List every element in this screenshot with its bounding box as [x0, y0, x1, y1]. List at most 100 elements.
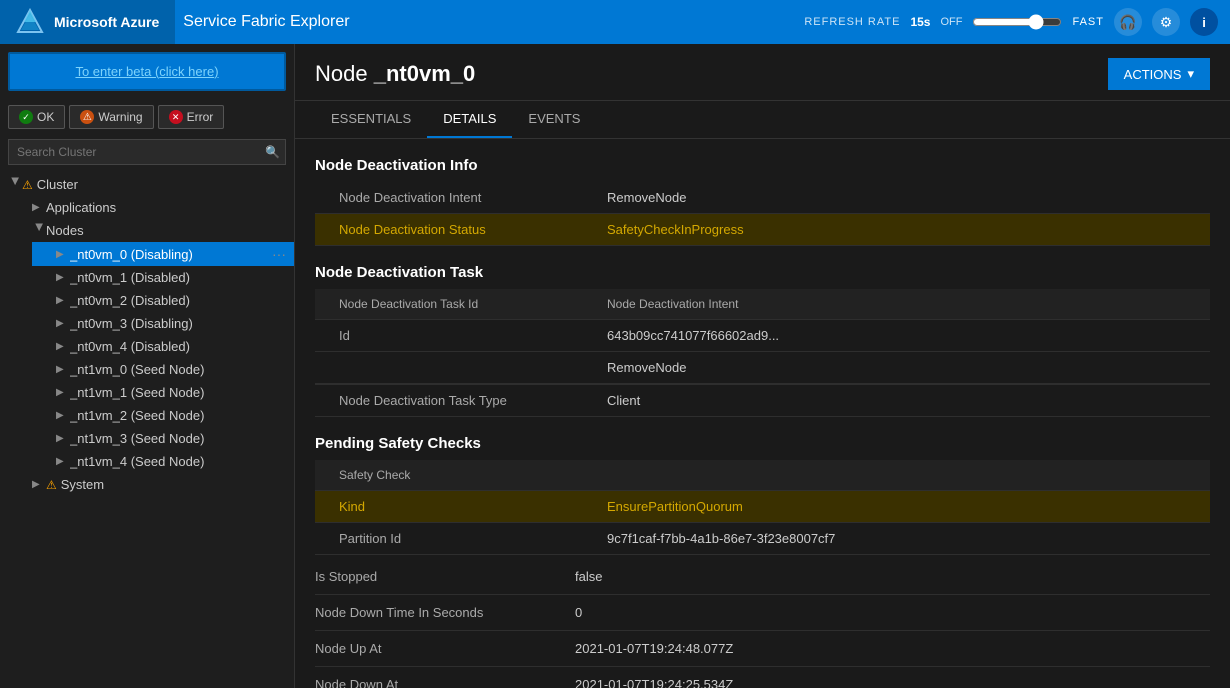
sidebar-tree: ▶ ⚠ Cluster ▶ Applications ▶ Nodes ▶ [0, 169, 294, 688]
tab-details-label: DETAILS [443, 111, 496, 126]
details-scroll[interactable]: Node Deactivation Info Node Deactivation… [295, 139, 1230, 688]
nt0vm3-arrow: ▶ [56, 318, 70, 329]
brand-label: Microsoft Azure [54, 14, 159, 30]
content-header: Node _nt0vm_0 ACTIONS ▾ [295, 44, 1230, 101]
nt1vm3-arrow: ▶ [56, 433, 70, 444]
ok-button[interactable]: ✓ OK [8, 105, 65, 129]
deactivation-task-table: Node Deactivation Task Id Node Deactivat… [315, 289, 1210, 417]
refresh-slider[interactable] [972, 14, 1062, 30]
refresh-label: REFRESH RATE [804, 16, 900, 28]
refresh-fast-label: FAST [1072, 16, 1104, 28]
sidebar-item-nt1vm1[interactable]: ▶ _nt1vm_1 (Seed Node) [32, 381, 294, 404]
flat-row-is-stopped: Is Stopped false [315, 559, 1210, 595]
nt1vm4-arrow: ▶ [56, 456, 70, 467]
headset-icon[interactable]: 🎧 [1114, 8, 1142, 36]
table-row: RemoveNode [315, 352, 1210, 384]
actions-chevron-icon: ▾ [1187, 66, 1194, 82]
section-title-deactivation-task: Node Deactivation Task [315, 264, 1210, 281]
search-input[interactable] [8, 139, 286, 165]
section-title-safety-checks: Pending Safety Checks [315, 435, 1210, 452]
task-type-value: Client [595, 385, 1210, 417]
nt1vm0-arrow: ▶ [56, 364, 70, 375]
topnav: Microsoft Azure Service Fabric Explorer … [0, 0, 1230, 44]
sidebar-item-nt1vm0[interactable]: ▶ _nt1vm_0 (Seed Node) [32, 358, 294, 381]
sidebar-item-nt0vm2[interactable]: ▶ _nt0vm_2 (Disabled) [32, 289, 294, 312]
err-dot: ✕ [169, 110, 183, 124]
nt0vm2-arrow: ▶ [56, 295, 70, 306]
table-row: Node Deactivation Status SafetyCheckInPr… [315, 214, 1210, 246]
tabs-bar: ESSENTIALS DETAILS EVENTS [295, 101, 1230, 139]
safety-check-header2 [595, 460, 1210, 491]
cluster-arrow: ▶ [10, 178, 21, 192]
warning-button[interactable]: ⚠ Warning [69, 105, 153, 129]
beta-link[interactable]: click here [159, 64, 214, 79]
node-prefix: Node [315, 61, 368, 86]
task-type-key2: Node Deactivation Task Type [315, 385, 595, 417]
task-intent-value: RemoveNode [595, 352, 1210, 384]
refresh-off-label: OFF [940, 16, 962, 28]
nt0vm4-label: _nt0vm_4 (Disabled) [70, 339, 286, 354]
safety-checks-table: Safety Check Kind EnsurePartitionQuorum … [315, 460, 1210, 555]
sidebar-item-nt0vm0[interactable]: ▶ _nt0vm_0 (Disabling) ··· [32, 242, 294, 266]
sidebar-item-nt1vm4[interactable]: ▶ _nt1vm_4 (Seed Node) [32, 450, 294, 473]
sidebar-item-applications[interactable]: ▶ Applications [16, 196, 294, 219]
partition-key: Partition Id [315, 523, 595, 555]
nt1vm2-label: _nt1vm_2 (Seed Node) [70, 408, 286, 423]
beta-text: To enter beta ( [75, 64, 159, 79]
task-header-intent: Node Deactivation Intent [595, 289, 1210, 320]
sidebar-item-system[interactable]: ▶ ⚠ System [16, 473, 294, 496]
table-row: Partition Id 9c7f1caf-f7bb-4a1b-86e7-3f2… [315, 523, 1210, 555]
is-stopped-value: false [575, 569, 602, 584]
beta-banner[interactable]: To enter beta (click here) [8, 52, 286, 91]
sidebar-item-nt0vm1[interactable]: ▶ _nt0vm_1 (Disabled) [32, 266, 294, 289]
kind-value: EnsurePartitionQuorum [595, 491, 1210, 523]
actions-label: ACTIONS [1124, 67, 1182, 82]
search-container: 🔍 [8, 139, 286, 165]
sidebar-item-nodes[interactable]: ▶ Nodes [16, 219, 294, 242]
ok-label: OK [37, 110, 54, 124]
deact-intent-key: Node Deactivation Intent [315, 182, 595, 214]
is-stopped-key: Is Stopped [315, 569, 575, 584]
nt1vm0-label: _nt1vm_0 (Seed Node) [70, 362, 286, 377]
tab-details[interactable]: DETAILS [427, 101, 512, 138]
flat-row-node-up-at: Node Up At 2021-01-07T19:24:48.077Z [315, 631, 1210, 667]
topnav-right: REFRESH RATE 15s OFF FAST 🎧 ⚙ i [804, 8, 1218, 36]
section-title-deactivation-info: Node Deactivation Info [315, 157, 1210, 174]
task-header-id: Node Deactivation Task Id [315, 289, 595, 320]
ok-dot: ✓ [19, 110, 33, 124]
cluster-warn-icon: ⚠ [22, 178, 33, 192]
flat-row-node-down-time: Node Down Time In Seconds 0 [315, 595, 1210, 631]
nt1vm1-arrow: ▶ [56, 387, 70, 398]
table-row: Kind EnsurePartitionQuorum [315, 491, 1210, 523]
tab-essentials-label: ESSENTIALS [331, 111, 411, 126]
task-id-key: Id [315, 320, 595, 352]
node-down-at-value: 2021-01-07T19:24:25.534Z [575, 677, 733, 688]
tab-events[interactable]: EVENTS [512, 101, 596, 138]
sidebar-item-nt1vm3[interactable]: ▶ _nt1vm_3 (Seed Node) [32, 427, 294, 450]
nt1vm4-label: _nt1vm_4 (Seed Node) [70, 454, 286, 469]
nodes-children: ▶ _nt0vm_0 (Disabling) ··· ▶ _nt0vm_1 (D… [16, 242, 294, 473]
node-up-at-key: Node Up At [315, 641, 575, 656]
page-title: Node _nt0vm_0 [315, 61, 475, 87]
refresh-rate-value: 15s [910, 15, 930, 29]
cluster-children: ▶ Applications ▶ Nodes ▶ _nt0vm_0 (Disab… [0, 196, 294, 496]
status-buttons: ✓ OK ⚠ Warning ✕ Error [0, 99, 294, 135]
deact-status-value: SafetyCheckInProgress [595, 214, 1210, 246]
nodes-label: Nodes [46, 223, 286, 238]
nt0vm0-dots[interactable]: ··· [272, 246, 286, 262]
nt0vm4-arrow: ▶ [56, 341, 70, 352]
sidebar-item-nt1vm2[interactable]: ▶ _nt1vm_2 (Seed Node) [32, 404, 294, 427]
nt0vm2-label: _nt0vm_2 (Disabled) [70, 293, 286, 308]
system-label: System [61, 477, 286, 492]
main-layout: To enter beta (click here) ✓ OK ⚠ Warnin… [0, 44, 1230, 688]
nt0vm0-label: _nt0vm_0 (Disabling) [70, 247, 272, 262]
error-button[interactable]: ✕ Error [158, 105, 225, 129]
info-icon[interactable]: i [1190, 8, 1218, 36]
warning-label: Warning [98, 110, 142, 124]
actions-button[interactable]: ACTIONS ▾ [1108, 58, 1210, 90]
sidebar-item-cluster[interactable]: ▶ ⚠ Cluster [0, 173, 294, 196]
tab-essentials[interactable]: ESSENTIALS [315, 101, 427, 138]
sidebar-item-nt0vm4[interactable]: ▶ _nt0vm_4 (Disabled) [32, 335, 294, 358]
sidebar-item-nt0vm3[interactable]: ▶ _nt0vm_3 (Disabling) [32, 312, 294, 335]
gear-icon[interactable]: ⚙ [1152, 8, 1180, 36]
